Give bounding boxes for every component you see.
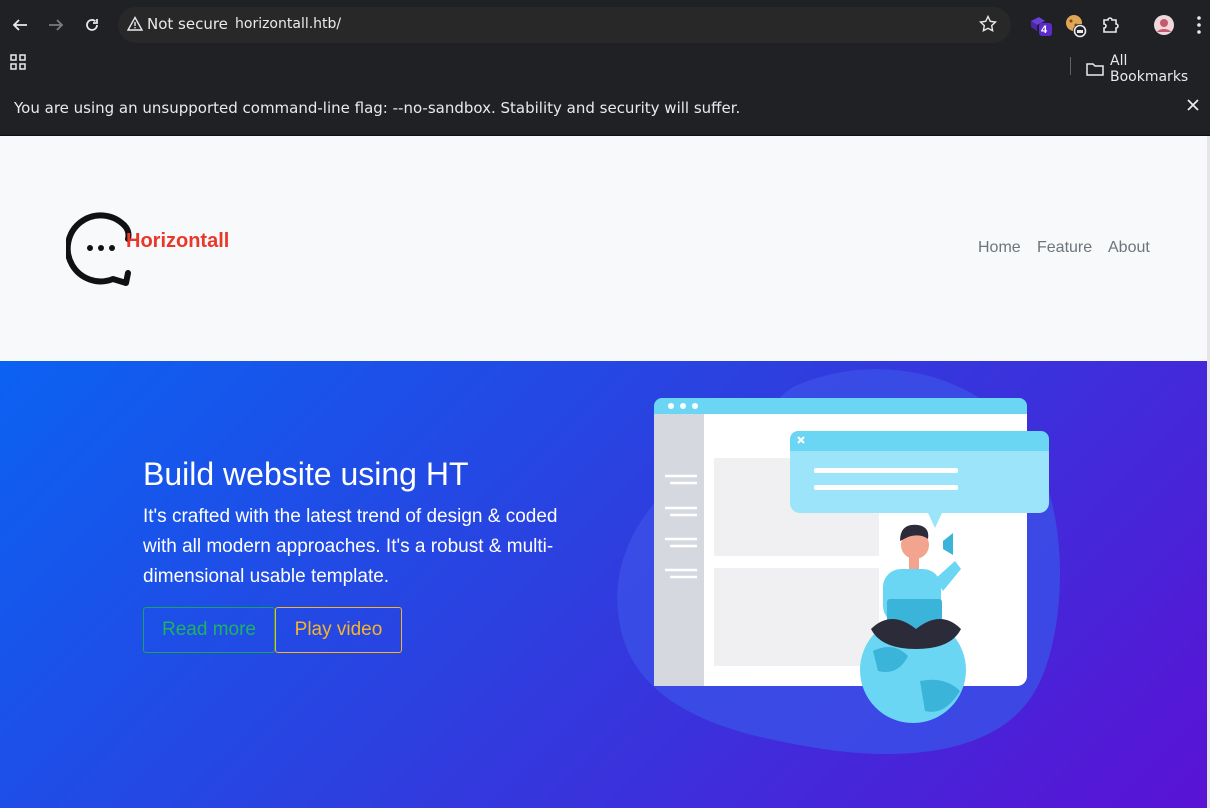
play-video-button[interactable]: Play video	[275, 607, 402, 653]
extension-icon[interactable]: 4	[1028, 13, 1054, 39]
bookmark-star-icon[interactable]	[978, 14, 998, 34]
cookie-extension-icon[interactable]	[1064, 13, 1090, 39]
reload-icon	[86, 19, 98, 31]
security-label[interactable]: Not secure	[147, 15, 228, 33]
folder-icon	[1086, 63, 1104, 76]
read-more-button[interactable]: Read more	[143, 607, 275, 653]
url-text[interactable]: horizontall.htb/	[235, 16, 341, 32]
bookmarks-bar: All Bookmarks	[0, 50, 1210, 85]
hero-description: It's crafted with the latest trend of de…	[143, 506, 558, 587]
address-bar[interactable]: Not secure horizontall.htb/	[118, 7, 1011, 43]
nav-home[interactable]: Home	[978, 239, 1021, 257]
extension-badge: 4	[1041, 24, 1048, 36]
all-bookmarks-label: All Bookmarks	[1110, 53, 1189, 85]
sandbox-warning-infobar: You are using an unsupported command-lin…	[0, 82, 1210, 136]
apps-grid-icon[interactable]	[10, 54, 26, 70]
back-arrow-icon	[12, 19, 27, 31]
close-icon[interactable]	[1186, 98, 1200, 112]
hero-title: Build website using HT	[143, 456, 469, 492]
browser-toolbar: Not secure horizontall.htb/ 4	[0, 0, 1210, 50]
hero-section: Build website using HT It's crafted with…	[0, 361, 1207, 808]
puzzle-extensions-icon[interactable]	[1099, 13, 1125, 39]
nav-feature[interactable]: Feature	[1037, 239, 1092, 257]
reload-button[interactable]	[80, 13, 104, 37]
logo-text[interactable]: Horizontall	[126, 230, 229, 253]
forward-button[interactable]	[44, 13, 68, 37]
warning-icon	[127, 16, 143, 31]
browser-menu-icon[interactable]	[1189, 13, 1210, 39]
infobar-message: You are using an unsupported command-lin…	[14, 99, 741, 117]
web-page: Horizontall Home Feature About Build web…	[0, 136, 1207, 808]
profile-avatar-icon[interactable]	[1152, 13, 1178, 39]
bookmarks-separator	[1070, 57, 1071, 75]
back-button[interactable]	[8, 13, 32, 37]
forward-arrow-icon	[49, 19, 64, 31]
nav-about[interactable]: About	[1108, 239, 1150, 257]
all-bookmarks-button[interactable]: All Bookmarks	[1086, 53, 1210, 85]
hero-illustration	[617, 369, 1060, 754]
